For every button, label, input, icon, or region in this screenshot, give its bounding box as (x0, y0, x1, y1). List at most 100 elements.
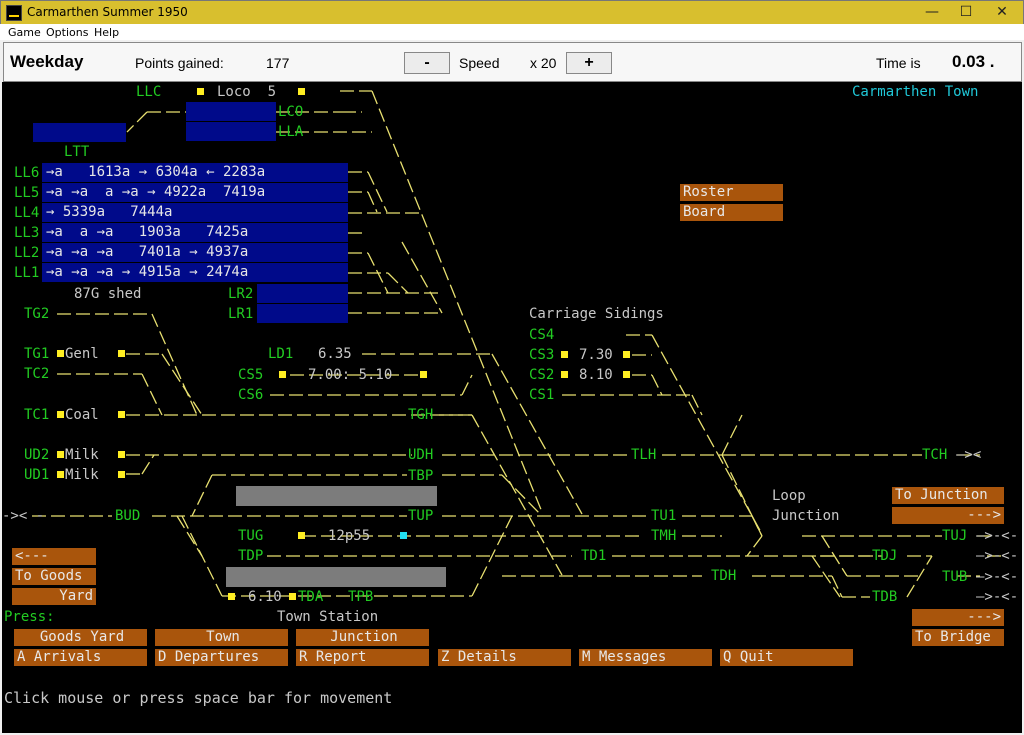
bud-label: BUD (115, 508, 141, 524)
signal[interactable] (57, 350, 64, 357)
ll3-line[interactable]: →a a →a 1903a 7425a (42, 223, 348, 242)
points-value: 177 (266, 55, 290, 71)
tuj-label: TUJ (942, 528, 968, 544)
signal[interactable] (298, 88, 305, 95)
to-junction-arrow-button[interactable]: ---> (892, 507, 1004, 524)
signal[interactable] (623, 371, 630, 378)
junction-button[interactable]: Junction (296, 629, 429, 646)
signal[interactable] (57, 451, 64, 458)
track-diagram[interactable]: Carmarthen Town LLC Loco 5 LCO LLA LTT L… (2, 82, 1022, 733)
lco-label: LCO (278, 104, 304, 120)
signal[interactable] (279, 371, 286, 378)
carriage-sidings-label: Carriage Sidings (529, 306, 664, 322)
to-goods-button[interactable]: To Goods (12, 568, 96, 585)
loco-siding-lco[interactable] (186, 102, 276, 121)
ll5-label: LL5 (14, 185, 40, 201)
tdp-label: TDP (238, 548, 264, 564)
ud1-label: UD1 (24, 467, 50, 483)
shed-label: 87G shed (74, 286, 142, 302)
ud2-label: UD2 (24, 447, 50, 463)
tup-label: TUP (408, 508, 434, 524)
minimize-button[interactable]: — (915, 1, 949, 24)
departures-button[interactable]: D Departures (155, 649, 288, 666)
quit-button[interactable]: Q Quit (720, 649, 853, 666)
menu-help[interactable]: Help (94, 26, 119, 39)
to-bridge-arrow-button[interactable]: ---> (912, 609, 1004, 626)
day-type: Weekday (10, 52, 84, 71)
signal[interactable] (298, 532, 305, 539)
arrivals-button[interactable]: A Arrivals (14, 649, 147, 666)
siding-lr2[interactable] (257, 284, 348, 303)
messages-button[interactable]: M Messages (579, 649, 712, 666)
milk-label-ud2: Milk (65, 447, 99, 463)
exit-arrow-tuj: —>-<- (976, 528, 1019, 544)
status-bar: Weekday Points gained: 177 - Speed x 20 … (3, 42, 1022, 82)
signal[interactable] (289, 593, 296, 600)
junction-label: Junction (772, 508, 840, 524)
menu-game[interactable]: Game (8, 26, 41, 39)
llc-label: LLC (136, 84, 162, 100)
menu-options[interactable]: Options (46, 26, 88, 39)
west-exit-arrow: ->< - (2, 508, 45, 524)
speed-label: Speed (459, 55, 500, 71)
signal[interactable] (228, 593, 235, 600)
to-junction-button[interactable]: To Junction (892, 487, 1004, 504)
tc2-label: TC2 (24, 366, 50, 382)
tda-label: TDA (298, 589, 324, 605)
time-label: Time is (876, 55, 921, 71)
signal[interactable] (420, 371, 427, 378)
loco-siding-lla[interactable] (186, 122, 276, 141)
station-name: Carmarthen Town (852, 84, 979, 100)
ll6-line[interactable]: →a 1613a → 6304a ← 2283a (42, 163, 348, 182)
close-button[interactable]: ✕ (985, 1, 1019, 24)
ll4-label: LL4 (14, 205, 40, 221)
to-goods-arrow-button[interactable]: <--- (12, 548, 96, 565)
ll2-line[interactable]: →a →a →a 7401a → 4937a (42, 243, 348, 262)
cs5-label: CS5 (238, 367, 264, 383)
signal[interactable] (118, 411, 125, 418)
points-label: Points gained: (135, 55, 224, 71)
ll4-line[interactable]: → 5339a 7444a (42, 203, 348, 222)
maximize-button[interactable]: ☐ (949, 1, 983, 24)
loco-label: Loco 5 (217, 84, 277, 100)
signal[interactable] (623, 351, 630, 358)
yard-button[interactable]: Yard (12, 588, 96, 605)
lla-label: LLA (278, 124, 304, 140)
platform-down (226, 567, 446, 587)
ll1-line[interactable]: →a →a →a → 4915a → 2474a (42, 263, 348, 282)
loco-siding-left[interactable] (33, 123, 126, 142)
speed-increase-button[interactable]: + (566, 52, 612, 74)
signal[interactable] (561, 371, 568, 378)
ll6-label: LL6 (14, 165, 40, 181)
train-marker[interactable] (400, 532, 407, 539)
tch-arrow: —>< (956, 447, 982, 463)
report-button[interactable]: R Report (296, 649, 429, 666)
roster-button[interactable]: Roster (680, 184, 783, 201)
signal[interactable] (118, 451, 125, 458)
ll2-label: LL2 (14, 245, 40, 261)
cs2-time: 8.10 (579, 367, 613, 383)
cs3-time: 7.30 (579, 347, 613, 363)
window-title: Carmarthen Summer 1950 (27, 5, 188, 19)
details-button[interactable]: Z Details (438, 649, 571, 666)
ll5-line[interactable]: →a →a a →a → 4922a 7419a (42, 183, 348, 202)
siding-lr1[interactable] (257, 304, 348, 323)
udh-label: UDH (408, 447, 434, 463)
tch-label: TCH (922, 447, 948, 463)
signal[interactable] (118, 471, 125, 478)
signal[interactable] (561, 351, 568, 358)
cs3-label: CS3 (529, 347, 555, 363)
signal[interactable] (118, 350, 125, 357)
signal[interactable] (197, 88, 204, 95)
signal[interactable] (57, 471, 64, 478)
cs5-times: 7.00: 5.10 (308, 367, 393, 383)
app-icon (6, 5, 22, 21)
signal[interactable] (57, 411, 64, 418)
cs1-label: CS1 (529, 387, 555, 403)
speed-decrease-button[interactable]: - (404, 52, 450, 74)
goods-yard-button[interactable]: Goods Yard (14, 629, 147, 646)
board-button[interactable]: Board (680, 204, 783, 221)
to-bridge-button[interactable]: To Bridge (912, 629, 1004, 646)
ltt-label: LTT (64, 144, 90, 160)
town-button[interactable]: Town (155, 629, 288, 646)
